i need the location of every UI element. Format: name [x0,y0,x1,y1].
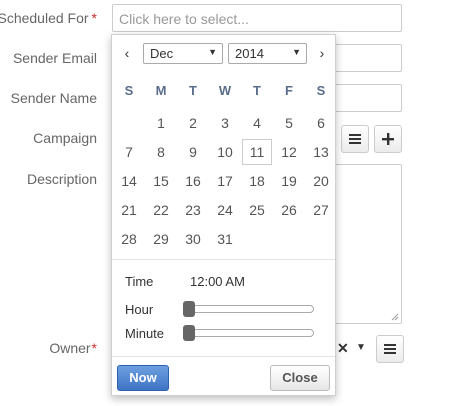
weekday-wed: W [218,83,232,98]
calendar-day[interactable]: 7 [114,139,144,165]
list-icon [349,134,361,144]
calendar-day[interactable]: 20 [306,168,336,194]
caret-down-icon: ▼ [208,47,217,57]
divider [112,259,335,260]
hour-slider[interactable] [183,301,314,317]
calendar-day[interactable]: 19 [274,168,304,194]
now-button[interactable]: Now [117,365,169,391]
calendar-day[interactable]: 27 [306,197,336,223]
calendar-day[interactable]: 5 [274,110,304,136]
owner-clear-icon[interactable]: ✕ [337,340,349,357]
calendar-day[interactable]: 26 [274,197,304,223]
required-mark: * [91,10,97,26]
calendar-day[interactable]: 30 [178,226,208,252]
owner-label: Owner* [49,340,97,356]
calendar-day[interactable]: 13 [306,139,336,165]
calendar-day[interactable]: 29 [146,226,176,252]
calendar-day[interactable]: 17 [210,168,240,194]
calendar-day[interactable]: 24 [210,197,240,223]
calendar-day[interactable]: 15 [146,168,176,194]
calendar-day[interactable]: 14 [114,168,144,194]
required-mark: * [91,340,97,356]
calendar-day[interactable]: 25 [242,197,272,223]
minute-label: Minute [125,326,165,341]
calendar-day[interactable]: 12 [274,139,304,165]
weekday-sat: S [316,83,326,98]
prev-month-button[interactable]: ‹ [120,45,134,61]
calendar-day[interactable]: 22 [146,197,176,223]
scheduled-for-label: Scheduled For * [0,10,97,26]
minute-slider[interactable] [183,325,314,341]
datepicker-popup: ‹ Dec ▼ 2014 ▼ › S M T W T F S 123456789… [111,34,336,396]
calendar-day-today[interactable]: 11 [242,139,272,165]
calendar-day[interactable]: 28 [114,226,144,252]
hour-slider-handle[interactable] [183,301,195,317]
calendar-day[interactable]: 4 [242,110,272,136]
calendar-day[interactable]: 16 [178,168,208,194]
owner-list-button[interactable] [376,335,404,363]
calendar-day[interactable]: 2 [178,110,208,136]
campaign-label: Campaign [33,130,97,146]
scheduled-for-placeholder: Click here to select... [119,11,249,27]
description-label: Description [26,171,97,187]
calendar-day[interactable]: 1 [146,110,176,136]
weekday-sun: S [124,83,134,98]
caret-down-icon: ▼ [292,47,301,57]
next-month-button[interactable]: › [315,45,329,61]
sender-name-label: Sender Name [10,90,97,106]
divider [112,356,335,357]
weekday-tue: T [189,83,197,98]
campaign-list-button[interactable] [341,125,369,153]
list-icon [384,344,396,354]
calendar-day[interactable]: 18 [242,168,272,194]
weekday-mon: M [155,83,167,98]
month-select[interactable]: Dec ▼ [143,43,223,64]
time-label: Time [125,274,154,289]
calendar-day[interactable]: 3 [210,110,240,136]
close-button[interactable]: Close [270,365,330,391]
time-value: 12:00 AM [190,274,245,289]
owner-caret-down-icon[interactable]: ▼ [356,342,366,353]
scheduled-for-input[interactable]: Click here to select... [112,4,402,32]
year-select[interactable]: 2014 ▼ [228,43,307,64]
campaign-add-button[interactable] [374,125,402,153]
calendar-day[interactable]: 31 [210,226,240,252]
month-value: Dec [150,46,174,61]
calendar-day[interactable]: 23 [178,197,208,223]
calendar-day[interactable]: 6 [306,110,336,136]
plus-icon [382,133,394,145]
calendar-day[interactable]: 9 [178,139,208,165]
year-value: 2014 [235,46,264,61]
calendar-day[interactable]: 8 [146,139,176,165]
hour-label: Hour [125,302,154,317]
sender-email-label: Sender Email [12,50,97,66]
calendar-day[interactable]: 21 [114,197,144,223]
resize-handle-icon[interactable] [391,313,399,321]
calendar-day[interactable]: 10 [210,139,240,165]
minute-slider-handle[interactable] [183,325,195,341]
weekday-fri: F [285,83,293,98]
weekday-thu: T [253,83,261,98]
